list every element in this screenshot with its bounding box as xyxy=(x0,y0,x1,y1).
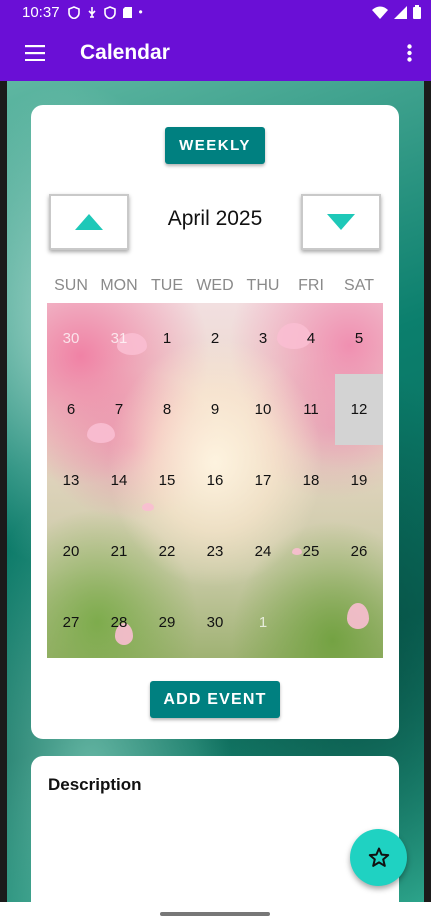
next-month-button[interactable] xyxy=(301,194,381,250)
weekday-header: SUN xyxy=(54,277,88,294)
calendar-day-cell[interactable]: 1 xyxy=(143,303,191,374)
calendar-day-cell[interactable]: 8 xyxy=(143,374,191,445)
sd-card-icon xyxy=(122,6,132,18)
calendar-day-cell[interactable]: 30 xyxy=(191,587,239,658)
calendar-day-cell[interactable]: 15 xyxy=(143,445,191,516)
shield-icon xyxy=(103,5,116,19)
calendar-day-cell[interactable]: 14 xyxy=(95,445,143,516)
calendar-day-cell[interactable]: 28 xyxy=(95,587,143,658)
battery-icon xyxy=(413,5,421,19)
calendar-day-cell[interactable]: 29 xyxy=(143,587,191,658)
star-outline-icon xyxy=(368,847,389,867)
weekday-header: TUE xyxy=(151,277,183,294)
calendar-day-cell[interactable]: 17 xyxy=(239,445,287,516)
calendar-day-cell[interactable]: 26 xyxy=(335,516,383,587)
calendar-day-cell[interactable]: 7 xyxy=(95,374,143,445)
description-card: Description xyxy=(31,756,399,902)
calendar-day-cell[interactable]: 11 xyxy=(287,374,335,445)
previous-month-button[interactable] xyxy=(49,194,129,250)
calendar-day-cell[interactable]: 25 xyxy=(287,516,335,587)
calendar-day-cell[interactable]: 27 xyxy=(47,587,95,658)
calendar-day-cell[interactable]: 10 xyxy=(239,374,287,445)
calendar-grid: 30 31 1 2 3 4 5 6 7 8 9 10 11 12 13 14 15 16 17 18 19 20 21 22 2… xyxy=(47,303,383,658)
content-area: WEEKLY April 2025 SUN MON TUE WED THU FR… xyxy=(7,81,424,902)
status-bar: 10:37 • xyxy=(0,0,431,24)
signal-icon xyxy=(394,5,407,19)
arrow-up-icon xyxy=(75,214,103,230)
status-time: 10:37 xyxy=(22,3,60,21)
calendar-day-cell[interactable]: 21 xyxy=(95,516,143,587)
notification-dot: • xyxy=(138,5,143,19)
calendar-day-cell[interactable]: 31 xyxy=(95,303,143,374)
weekday-header: WED xyxy=(196,277,234,294)
calendar-card: WEEKLY April 2025 SUN MON TUE WED THU FR… xyxy=(31,105,399,739)
weekday-header-row: SUN MON TUE WED THU FRI SAT xyxy=(47,277,383,295)
more-vert-icon xyxy=(406,43,412,62)
arrow-down-icon xyxy=(327,214,355,230)
calendar-day-cell[interactable]: 13 xyxy=(47,445,95,516)
shield-icon xyxy=(67,5,80,19)
menu-button[interactable] xyxy=(0,24,70,81)
system-navigation-bar xyxy=(0,902,431,922)
usb-icon xyxy=(87,6,96,18)
calendar-day-cell[interactable]: 5 xyxy=(335,303,383,374)
calendar-day-cell[interactable]: 12 xyxy=(335,374,383,445)
weekly-button[interactable]: WEEKLY xyxy=(165,127,265,164)
hamburger-menu-icon xyxy=(25,44,45,61)
calendar-day-cell[interactable]: 20 xyxy=(47,516,95,587)
month-label: April 2025 xyxy=(167,207,263,230)
calendar-day-cell[interactable]: 16 xyxy=(191,445,239,516)
weekday-header: FRI xyxy=(298,277,324,294)
description-title: Description xyxy=(48,775,142,794)
home-gesture-handle[interactable] xyxy=(160,912,270,916)
weekday-header: MON xyxy=(100,277,138,294)
add-event-button[interactable]: ADD EVENT xyxy=(150,681,280,718)
cherry-blossom-decoration xyxy=(347,603,369,629)
more-options-button[interactable] xyxy=(387,24,431,81)
calendar-day-cell[interactable]: 23 xyxy=(191,516,239,587)
calendar-day-cell[interactable]: 30 xyxy=(47,303,95,374)
calendar-day-cell[interactable]: 24 xyxy=(239,516,287,587)
weekday-header: THU xyxy=(246,277,280,294)
calendar-day-cell[interactable]: 3 xyxy=(239,303,287,374)
calendar-day-cell[interactable]: 9 xyxy=(191,374,239,445)
calendar-day-cell[interactable]: 1 xyxy=(239,587,287,658)
weekday-header: SAT xyxy=(344,277,374,294)
calendar-day-cell[interactable]: 4 xyxy=(287,303,335,374)
app-title: Calendar xyxy=(80,40,170,64)
calendar-day-cell[interactable]: 2 xyxy=(191,303,239,374)
favorite-fab-button[interactable] xyxy=(350,829,407,886)
wifi-icon xyxy=(372,6,388,19)
calendar-day-cell[interactable]: 18 xyxy=(287,445,335,516)
calendar-day-cell[interactable]: 19 xyxy=(335,445,383,516)
app-bar: Calendar xyxy=(0,24,431,81)
calendar-day-cell[interactable]: 6 xyxy=(47,374,95,445)
calendar-day-cell[interactable]: 22 xyxy=(143,516,191,587)
